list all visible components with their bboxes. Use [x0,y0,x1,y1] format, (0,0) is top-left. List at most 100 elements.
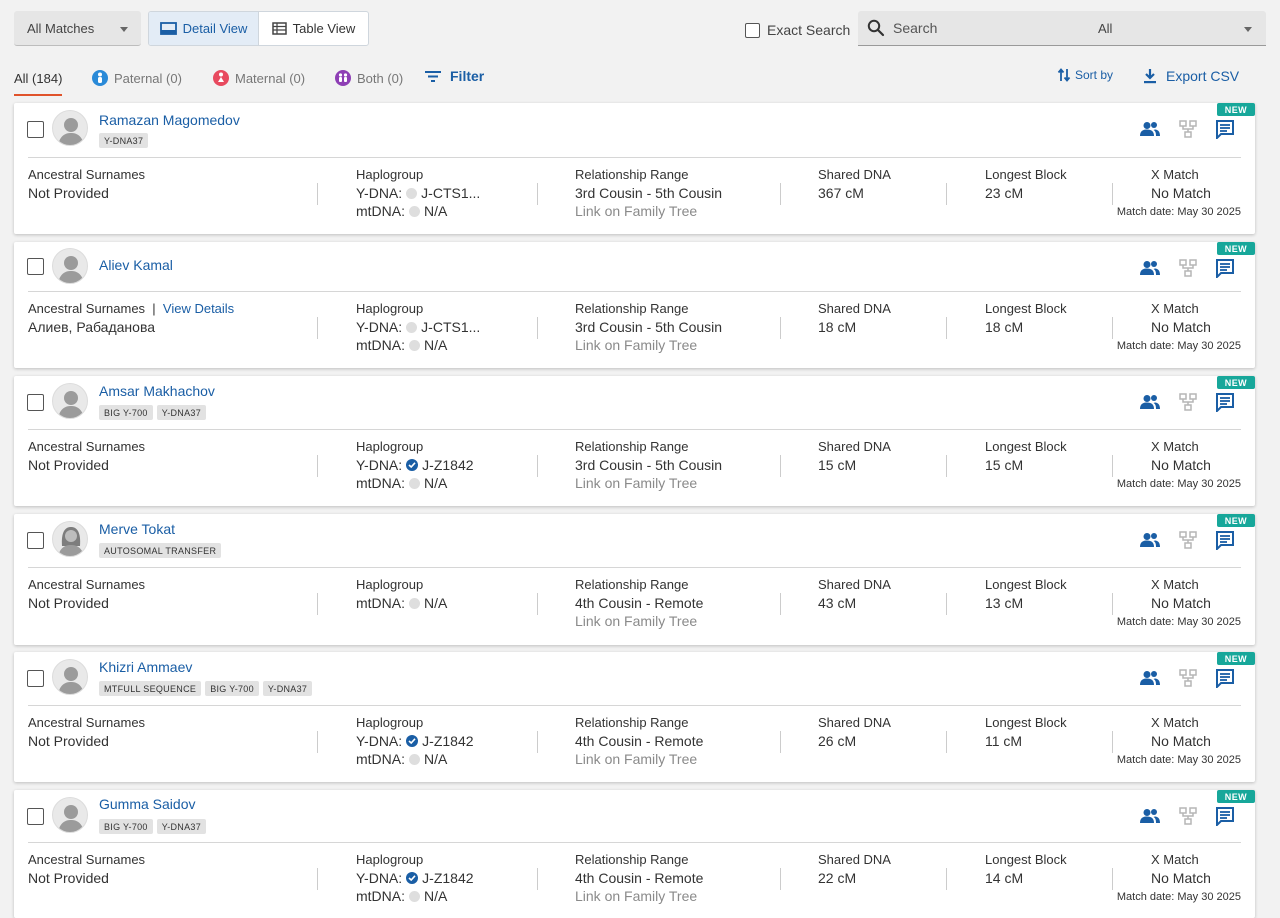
match-select-checkbox[interactable] [27,258,44,275]
match-select-checkbox[interactable] [27,532,44,549]
export-csv-button[interactable]: Export CSV [1143,68,1239,84]
relationship-button[interactable] [1139,808,1161,829]
ydna-haplogroup: Y-DNA: J-Z1842 [356,457,474,473]
unconfirmed-dot-icon [409,205,420,217]
column-separator [537,593,538,615]
check-circle-icon [406,735,419,747]
ydna-prefix: Y-DNA: [356,870,403,886]
message-button[interactable] [1215,806,1235,831]
ancestral-surnames-value: Алиев, Рабаданова [28,319,156,335]
unconfirmed-dot-icon [409,753,420,765]
tab-maternal[interactable]: Maternal (0) [213,68,305,88]
relationship-button[interactable] [1139,394,1161,415]
ancestral-surnames-heading: Ancestral Surnames [28,439,146,454]
relationship-button[interactable] [1139,121,1161,142]
people-icon [1140,122,1160,136]
family-tree-button[interactable] [1179,669,1197,692]
ydna-prefix: Y-DNA: [356,319,403,335]
relationship-range-value: 4th Cousin - Remote [575,733,704,749]
search-icon [867,19,885,37]
ancestral-surnames-value: Not Provided [28,733,109,749]
exact-search-option[interactable]: Exact Search [745,22,850,38]
relationship-button[interactable] [1139,260,1161,281]
column-separator [780,868,781,890]
search-input[interactable] [893,20,1073,36]
person-icon [58,256,84,283]
tab-paternal[interactable]: Paternal (0) [92,68,182,88]
shared-dna-label: Shared DNA [818,852,891,867]
match-select-checkbox[interactable] [27,808,44,825]
match-select-checkbox[interactable] [27,394,44,411]
mtdna-haplogroup: mtDNA: N/A [356,751,447,767]
sort-button[interactable]: Sort by [1057,67,1113,83]
shared-dna-value: 18 cM [818,319,857,335]
message-button[interactable] [1215,119,1235,144]
tab-all[interactable]: All (184) [14,68,62,88]
message-button[interactable] [1215,530,1235,555]
message-button[interactable] [1215,258,1235,283]
message-icon [1216,807,1234,828]
match-name-link[interactable]: Khizri Ammaev [99,659,192,675]
match-name-link[interactable]: Amsar Makhachov [99,383,215,399]
tab-both[interactable]: Both (0) [335,68,403,88]
test-tags: Autosomal Transfer [99,543,222,558]
match-name-link[interactable]: Gumma Saidov [99,796,195,812]
match-name-link[interactable]: Ramazan Magomedov [99,112,240,128]
message-icon [1216,259,1234,280]
test-tags: BIG Y-700 Y-DNA37 [99,405,207,420]
relationship-button[interactable] [1139,532,1161,553]
ancestral-surnames-label: Ancestral Surnames [28,852,145,867]
view-details-link[interactable]: View Details [163,301,234,316]
family-tree-button[interactable] [1179,120,1197,143]
search-scope-select[interactable]: All [1083,11,1266,46]
check-circle-icon [406,872,419,884]
match-type-select[interactable]: All Matches [14,11,141,46]
link-family-tree[interactable]: Link on Family Tree [575,751,697,767]
table-view-icon [271,22,287,35]
filter-button[interactable]: Filter [425,68,484,84]
detail-view-button[interactable]: Detail View [149,12,259,45]
relationship-button[interactable] [1139,670,1161,691]
match-actions [1139,530,1235,555]
family-tree-button[interactable] [1179,531,1197,554]
family-tree-icon [1179,531,1197,549]
both-icon [335,70,351,86]
table-view-label: Table View [292,21,356,36]
haplogroup-label: Haplogroup [356,577,424,592]
card-divider [28,429,1241,430]
family-tree-button[interactable] [1179,393,1197,416]
ancestral-surnames-label: Ancestral Surnames [28,577,145,592]
family-tree-button[interactable] [1179,807,1197,830]
link-family-tree[interactable]: Link on Family Tree [575,475,697,491]
card-divider [28,291,1241,292]
card-divider [28,567,1241,568]
match-select-checkbox[interactable] [27,670,44,687]
family-tree-button[interactable] [1179,259,1197,282]
match-date: Match date: May 30 2025 [1116,616,1241,628]
link-family-tree[interactable]: Link on Family Tree [575,888,697,904]
shared-dna-label: Shared DNA [818,715,891,730]
sort-icon [1057,68,1071,82]
link-family-tree[interactable]: Link on Family Tree [575,613,697,629]
column-separator [946,317,947,339]
mtdna-prefix: mtDNA: [356,203,405,219]
match-name-link[interactable]: Merve Tokat [99,521,175,537]
relationship-range-value: 3rd Cousin - 5th Cousin [575,185,723,201]
mtdna-haplogroup: mtDNA: N/A [356,203,447,219]
link-family-tree[interactable]: Link on Family Tree [575,203,697,219]
longest-block-label: Longest Block [985,439,1067,454]
ancestral-surnames-label: Ancestral Surnames [28,167,145,182]
longest-block-value: 13 cM [985,595,1024,611]
search-field[interactable] [858,11,1083,46]
mtdna-prefix: mtDNA: [356,475,405,491]
table-view-button[interactable]: Table View [259,12,368,45]
exact-search-checkbox[interactable] [745,22,760,38]
card-divider [28,842,1241,843]
message-button[interactable] [1215,668,1235,693]
match-actions [1139,668,1235,693]
link-family-tree[interactable]: Link on Family Tree [575,337,697,353]
message-button[interactable] [1215,392,1235,417]
match-name-link[interactable]: Aliev Kamal [99,257,173,273]
match-select-checkbox[interactable] [27,121,44,138]
sort-label: Sort by [1075,68,1114,82]
